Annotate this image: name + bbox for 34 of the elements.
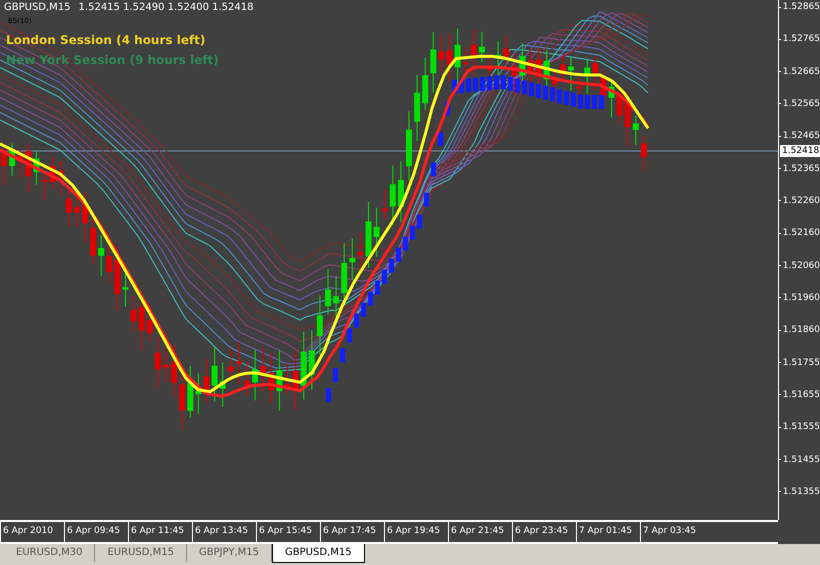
price-label: 1.51655 <box>779 388 820 401</box>
time-label: 7 Apr 03:45 <box>640 522 704 542</box>
time-label: 6 Apr 15:45 <box>256 522 320 542</box>
price-label: 1.51860 <box>779 324 820 336</box>
price-label: 1.52565 <box>779 98 820 110</box>
time-label: 6 Apr 09:45 <box>64 522 128 542</box>
price-label: 1.52865 <box>779 1 820 13</box>
time-label: 6 Apr 21:45 <box>448 522 512 542</box>
time-label: 6 Apr 17:45 <box>320 522 384 542</box>
session-label: London Session (4 hours left) <box>6 32 206 49</box>
price-label: 1.51455 <box>779 454 820 466</box>
price-label: 1.52465 <box>779 130 820 142</box>
chart-symbol: GBPUSD,M15 <box>4 2 71 13</box>
price-label: 1.51555 <box>779 421 820 434</box>
time-label: 7 Apr 01:45 <box>576 522 640 542</box>
time-label: 6 Apr 23:45 <box>512 522 576 542</box>
price-label: 1.52260 <box>779 194 820 207</box>
time-label: 6 Apr 13:45 <box>192 522 256 542</box>
price-label: 1.51960 <box>779 292 820 304</box>
chart-tab[interactable]: GBPUSD,M15 <box>272 544 365 563</box>
chart-tab[interactable]: EURUSD,M30 <box>4 544 96 562</box>
time-label: 6 Apr 2010 <box>0 522 64 542</box>
price-label: 1.52160 <box>779 227 820 240</box>
chart-tab[interactable]: EURUSD,M15 <box>95 544 187 562</box>
price-label: 1.52060 <box>779 260 820 272</box>
price-label: 1.51755 <box>779 356 820 369</box>
price-label: 1.52365 <box>779 162 820 175</box>
price-label: 1.51355 <box>779 486 820 498</box>
time-label: 6 Apr 19:45 <box>384 522 448 542</box>
price-label: 1.52765 <box>779 33 820 46</box>
price-label: 1.52665 <box>779 66 820 78</box>
price-quotes: 1.52415 1.52490 1.52400 1.52418 <box>78 2 254 13</box>
current-price-label: 1.52418 <box>780 145 820 157</box>
time-label: 6 Apr 11:45 <box>128 522 192 542</box>
